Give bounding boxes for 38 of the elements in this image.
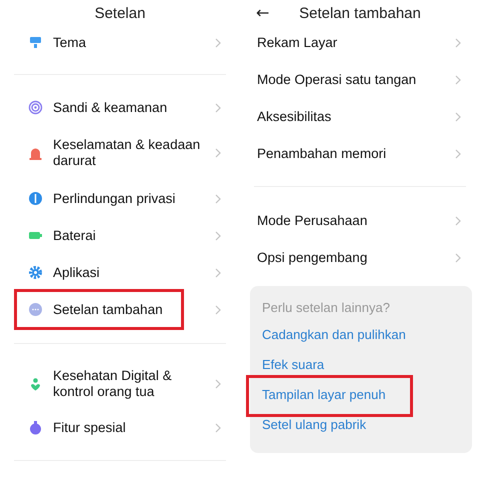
chevron-icon xyxy=(215,102,222,112)
settings-item[interactable]: Mode Operasi satu tangan xyxy=(240,61,480,98)
settings-item[interactable]: Tema xyxy=(0,24,240,61)
settings-item[interactable]: Aplikasi xyxy=(0,254,240,291)
chevron-icon xyxy=(455,216,462,226)
suggestion-link[interactable]: Tampilan layar penuh xyxy=(262,387,386,417)
chevron-icon xyxy=(455,74,462,84)
chevron-icon xyxy=(455,112,462,122)
chevron-icon xyxy=(215,304,222,314)
settings-item[interactable]: Perlindungan privasi xyxy=(0,180,240,217)
settings-item[interactable]: Kesehatan Digital & kontrol orang tua xyxy=(0,359,240,409)
screen-title: Setelan tambahan xyxy=(299,4,421,22)
settings-item[interactable]: Penambahan memori xyxy=(240,135,480,172)
settings-item[interactable]: Mode Perusahaan xyxy=(240,202,480,239)
settings-item[interactable]: Rekam Layar xyxy=(240,24,480,61)
chevron-icon xyxy=(215,148,222,158)
settings-item[interactable]: Opsi pengembang xyxy=(240,239,480,276)
suggestion-link[interactable]: Efek suara xyxy=(262,357,324,387)
chevron-icon xyxy=(215,379,222,389)
settings-item[interactable]: Fitur spesial xyxy=(0,409,240,446)
back-button[interactable]: ← xyxy=(256,3,270,22)
settings-item[interactable]: Baterai xyxy=(0,217,240,254)
settings-item[interactable]: Aksesibilitas xyxy=(240,98,480,135)
card-heading: Perlu setelan lainnya? xyxy=(262,300,391,315)
settings-item[interactable]: Keselamatan & keadaan darurat xyxy=(0,126,240,180)
chevron-icon xyxy=(215,38,222,48)
chevron-icon xyxy=(215,194,222,204)
settings-item[interactable]: Setelan tambahan xyxy=(0,291,240,328)
suggestion-link[interactable]: Setel ulang pabrik xyxy=(262,417,366,447)
settings-item[interactable]: Sandi & keamanan xyxy=(0,89,240,126)
chevron-icon xyxy=(215,422,222,432)
suggestion-link[interactable]: Cadangkan dan pulihkan xyxy=(262,327,406,357)
chevron-icon xyxy=(455,148,462,158)
chevron-icon xyxy=(455,252,462,262)
chevron-icon xyxy=(455,38,462,48)
screen-title: Setelan xyxy=(94,4,146,22)
chevron-icon xyxy=(215,268,222,278)
chevron-icon xyxy=(215,230,222,240)
